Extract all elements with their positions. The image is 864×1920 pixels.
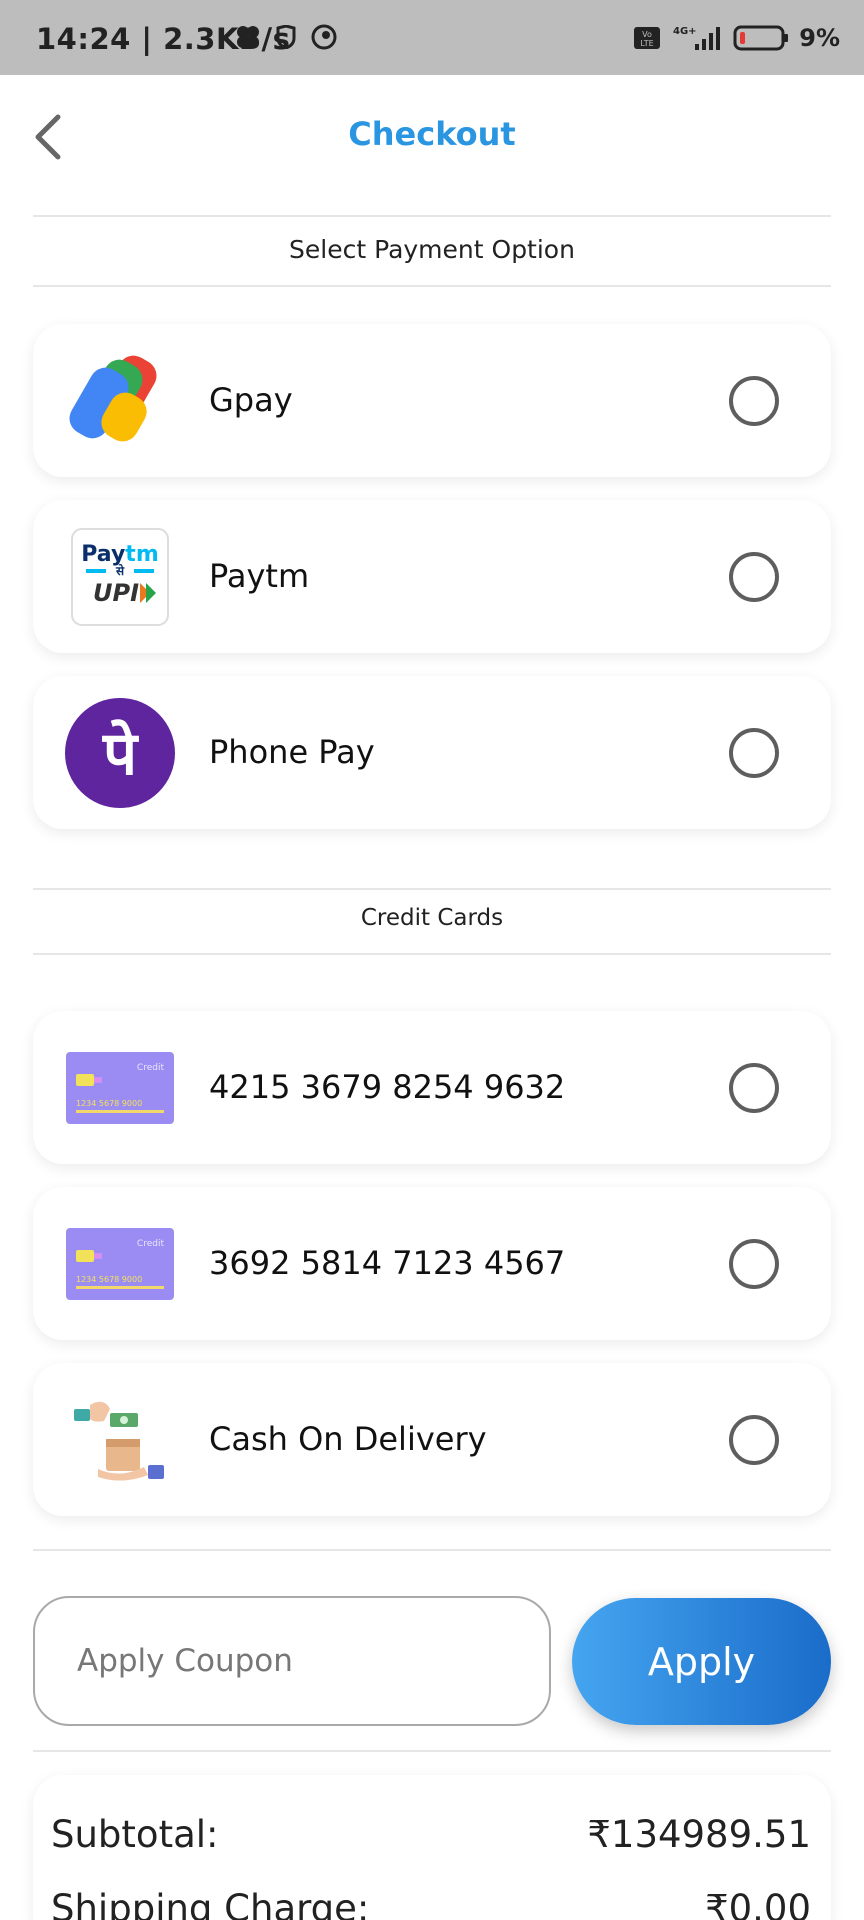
divider xyxy=(33,1750,831,1752)
payment-option-label: Paytm xyxy=(209,557,310,595)
signal-icon: 4G+ xyxy=(673,26,721,50)
shield-icon xyxy=(276,25,296,49)
shipping-label: Shipping Charge: xyxy=(51,1887,370,1920)
payment-option-cash-on-delivery[interactable]: Cash On Delivery xyxy=(33,1363,831,1516)
svg-text:4G+: 4G+ xyxy=(673,26,697,37)
svg-text:1234 5678 9000: 1234 5678 9000 xyxy=(76,1099,142,1108)
payment-option-label: Gpay xyxy=(209,381,293,419)
gpay-logo xyxy=(65,346,175,456)
payment-option-gpay[interactable]: Gpay xyxy=(33,324,831,477)
subtotal-row: Subtotal: ₹134989.51 xyxy=(51,1813,811,1856)
section-title-credit-cards: Credit Cards xyxy=(360,905,504,931)
app-notification-icon xyxy=(311,24,337,50)
battery-icon xyxy=(733,25,789,51)
svg-text:UPI: UPI xyxy=(93,579,139,607)
coupon-input[interactable] xyxy=(33,1596,551,1726)
payment-option-label: 3692 5814 7123 4567 xyxy=(209,1244,566,1282)
status-notification-icons xyxy=(235,24,337,50)
order-summary: Subtotal: ₹134989.51 Shipping Charge: ₹0… xyxy=(33,1775,831,1920)
divider xyxy=(33,215,831,217)
divider xyxy=(33,888,831,890)
svg-text:1234 5678 9000: 1234 5678 9000 xyxy=(76,1275,142,1284)
payment-option-label: Phone Pay xyxy=(209,733,375,771)
svg-text:से: से xyxy=(115,564,125,578)
page-title: Checkout xyxy=(348,115,516,153)
payment-option-paytm[interactable]: Paytm से UPI Paytm xyxy=(33,500,831,653)
apply-coupon-button[interactable]: Apply xyxy=(572,1598,831,1725)
battery-percentage: 9% xyxy=(799,24,840,52)
payment-option-phonepe[interactable]: पे Phone Pay xyxy=(33,676,831,829)
divider xyxy=(33,953,831,955)
subtotal-label: Subtotal: xyxy=(51,1813,219,1856)
svg-text:LTE: LTE xyxy=(641,39,654,48)
section-title-payment-option: Select Payment Option xyxy=(289,235,575,264)
shipping-value: ₹0.00 xyxy=(705,1887,811,1920)
fan-icon xyxy=(237,26,259,48)
subtotal-value: ₹134989.51 xyxy=(587,1813,811,1856)
divider xyxy=(33,285,831,287)
svg-text:Vo: Vo xyxy=(642,30,652,39)
svg-text:पे: पे xyxy=(102,719,139,789)
payment-option-card-2[interactable]: Credit 1234 5678 9000 3692 5814 7123 456… xyxy=(33,1187,831,1340)
svg-text:Credit: Credit xyxy=(137,1063,165,1073)
status-bar: 14:24 | 2.3KB/s Vo LTE 4G+ 9% xyxy=(0,0,864,75)
volte-icon: VoLTE xyxy=(634,27,661,49)
paytm-upi-logo: Paytm से UPI xyxy=(65,522,175,632)
phonepe-logo: पे xyxy=(65,698,175,808)
radio-button[interactable] xyxy=(729,376,779,426)
radio-button[interactable] xyxy=(729,552,779,602)
radio-button[interactable] xyxy=(729,728,779,778)
payment-option-label: Cash On Delivery xyxy=(209,1420,487,1458)
radio-button[interactable] xyxy=(729,1239,779,1289)
status-system-icons: Vo LTE 4G+ 9% xyxy=(633,24,840,52)
svg-text:Credit: Credit xyxy=(137,1239,165,1249)
payment-option-label: 4215 3679 8254 9632 xyxy=(209,1068,566,1106)
app-bar: Checkout xyxy=(0,75,864,215)
divider xyxy=(33,1549,831,1551)
credit-card-icon: Credit 1234 5678 9000 xyxy=(65,1033,175,1143)
radio-button[interactable] xyxy=(729,1063,779,1113)
payment-option-card-1[interactable]: Credit 1234 5678 9000 4215 3679 8254 963… xyxy=(33,1011,831,1164)
credit-card-icon: Credit 1234 5678 9000 xyxy=(65,1209,175,1319)
radio-button[interactable] xyxy=(729,1415,779,1465)
shipping-row: Shipping Charge: ₹0.00 xyxy=(51,1887,811,1920)
cash-delivery-icon xyxy=(65,1385,175,1495)
